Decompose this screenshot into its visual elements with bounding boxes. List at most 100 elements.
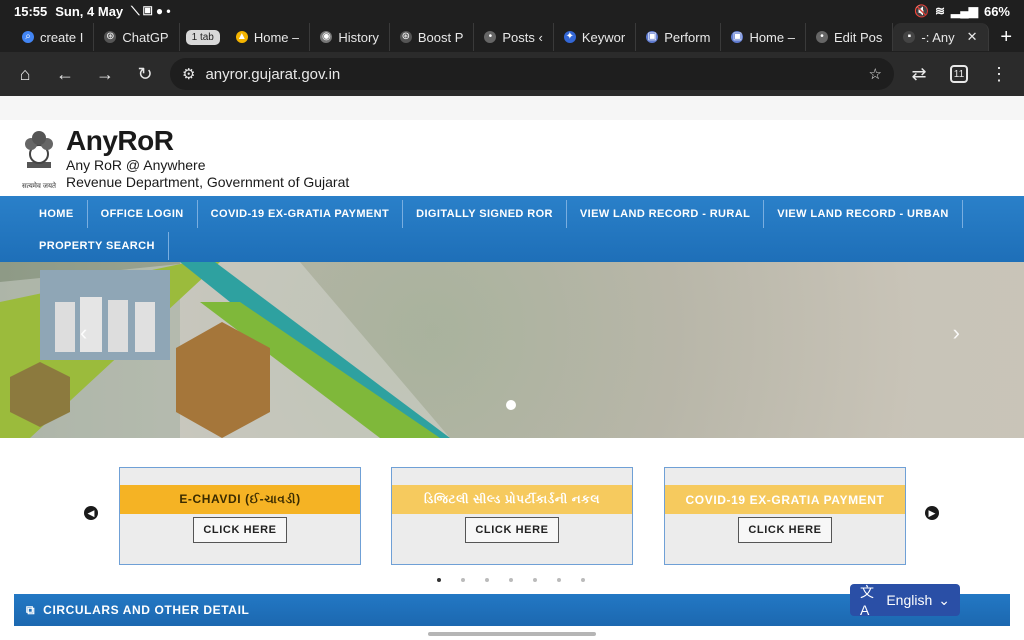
tab-label: History xyxy=(338,29,379,45)
tab-label: create I xyxy=(40,29,84,45)
tab-favicon-icon: ▪ xyxy=(903,31,916,43)
cards-pagination xyxy=(437,578,585,582)
tab-label: Posts ‹ xyxy=(502,29,543,45)
nav-item[interactable]: COVID-19 EX-GRATIA PAYMENT xyxy=(198,200,404,228)
browser-tab[interactable]: ▣ Home – xyxy=(721,23,806,51)
language-label: English xyxy=(886,592,933,608)
tab-favicon-icon: ⊛ xyxy=(399,31,412,43)
menu-icon[interactable]: ⋮ xyxy=(984,59,1014,89)
tab-favicon-icon: ✦ xyxy=(563,31,576,43)
site-title[interactable]: AnyRoR xyxy=(66,125,349,157)
tab-favicon-icon: • xyxy=(484,31,497,43)
tab-favicon-icon: ⌕ xyxy=(22,31,34,43)
property-card-click-button[interactable]: CLICK HERE xyxy=(465,517,559,543)
status-bar: 15:55 Sun, 4 May ⟍ ▣ ● • 🔇 ≋ ▂▄▆ 66% xyxy=(0,0,1024,22)
status-date: Sun, 4 May xyxy=(55,3,124,19)
banner-slider: ‹ › xyxy=(0,262,1024,438)
nav-item[interactable]: OFFICE LOGIN xyxy=(88,200,198,228)
battery-level: 66% xyxy=(983,3,1010,19)
card-echavdi: E-CHAVDI (ઈ-ચાવડી) CLICK HERE xyxy=(119,467,361,565)
tab-switcher-button[interactable]: 11 xyxy=(944,59,974,89)
tab-favicon-icon: ▣ xyxy=(731,31,744,43)
site-subtitle-1: Any RoR @ Anywhere xyxy=(66,157,206,173)
browser-tab[interactable]: ⊛ ChatGP xyxy=(94,23,180,51)
card-title: E-CHAVDI (ઈ-ચાવડી) xyxy=(120,485,360,514)
site-settings-icon[interactable]: ⚙ xyxy=(182,65,195,83)
top-strip xyxy=(0,96,1024,120)
new-tab-button[interactable]: + xyxy=(1000,26,1012,49)
emblem-caption: सत्यमेव जयते xyxy=(21,183,57,190)
pagination-dot[interactable] xyxy=(437,578,441,582)
pagination-dot[interactable] xyxy=(581,578,585,582)
covid-payment-click-button[interactable]: CLICK HERE xyxy=(738,517,832,543)
pagination-dot[interactable] xyxy=(485,578,489,582)
url-text[interactable]: anyror.gujarat.gov.in xyxy=(205,66,858,83)
browser-tab[interactable]: • Posts ‹ xyxy=(474,23,554,51)
back-icon[interactable]: ← xyxy=(50,59,80,89)
browser-tab-active[interactable]: ▪ -: Any ✕ xyxy=(893,23,989,51)
tab-label: Keywor xyxy=(581,29,626,45)
site-header: सत्यमेव जयते AnyRoR Any RoR @ Anywhere R… xyxy=(0,120,1024,196)
banner-indicator-dot[interactable] xyxy=(506,400,516,410)
tab-label: -: Any xyxy=(921,29,955,45)
language-selector[interactable]: 文A English ⌄ xyxy=(850,584,960,618)
tab-label: Boost P xyxy=(417,29,464,45)
reload-icon[interactable]: ↻ xyxy=(130,59,160,89)
close-tab-icon[interactable]: ✕ xyxy=(967,29,978,45)
main-nav: HOME OFFICE LOGIN COVID-19 EX-GRATIA PAYME… xyxy=(0,196,1024,262)
browser-tab[interactable]: ⌕ create I xyxy=(12,23,95,51)
forward-icon[interactable]: → xyxy=(90,59,120,89)
web-page: सत्यमेव जयते AnyRoR Any RoR @ Anywhere R… xyxy=(0,96,1024,640)
chevron-down-icon: ⌄ xyxy=(938,591,950,608)
notification-icons: ⟍ ▣ ● • xyxy=(131,3,171,18)
browser-tab[interactable]: ▲ Home – xyxy=(226,23,311,51)
pagination-dot[interactable] xyxy=(557,578,561,582)
mute-icon: 🔇 xyxy=(913,4,929,18)
tab-label: ChatGP xyxy=(122,29,169,45)
tab-label: Home – xyxy=(749,29,795,45)
cards-next-icon[interactable]: ▶ xyxy=(925,506,939,520)
signal-icon: ▂▄▆ xyxy=(951,4,978,18)
card-title: ડિજિટલી સીલ્ડ પ્રોપર્ટીકાર્ડની નકલ xyxy=(392,485,632,514)
nav-item[interactable]: DIGITALLY SIGNED ROR xyxy=(403,200,567,228)
home-icon[interactable]: ⌂ xyxy=(10,59,40,89)
echavdi-click-button[interactable]: CLICK HERE xyxy=(193,517,287,543)
pagination-dot[interactable] xyxy=(461,578,465,582)
emblem-logo: सत्यमेव जयते xyxy=(16,125,62,191)
tab-label: Home – xyxy=(253,29,300,45)
site-subtitle-2: Revenue Department, Government of Gujara… xyxy=(66,174,350,190)
nav-item[interactable]: VIEW LAND RECORD - RURAL xyxy=(567,200,765,228)
service-cards: ◀ E-CHAVDI (ઈ-ચાવડી) CLICK HERE ડિજિટલી … xyxy=(0,438,1024,588)
card-covid-payment: COVID-19 EX-GRATIA PAYMENT CLICK HERE xyxy=(664,467,906,565)
bookmark-star-icon[interactable]: ☆ xyxy=(869,65,882,83)
gesture-home-bar[interactable] xyxy=(428,632,596,636)
nav-item[interactable]: HOME xyxy=(18,200,88,228)
tab-strip: ⌕ create I ⊛ ChatGP 1 tab ▲ Home – ◉ History ⊛ Boo… xyxy=(0,22,1024,52)
emblem-icon xyxy=(25,131,53,168)
card-digital-property-card: ડિજિટલી સીલ્ડ પ્રોપર્ટીકાર્ડની નકલ CLICK… xyxy=(391,467,633,565)
tab-label: Perform xyxy=(664,29,711,45)
address-bar[interactable]: ⚙ anyror.gujarat.gov.in ☆ xyxy=(170,58,894,90)
browser-tab[interactable]: ⊛ Boost P xyxy=(390,23,475,51)
banner-next-icon[interactable]: › xyxy=(953,320,960,346)
nav-item[interactable]: VIEW LAND RECORD - URBAN xyxy=(764,200,963,228)
browser-tab[interactable]: ✦ Keywor xyxy=(554,23,637,51)
pagination-dot[interactable] xyxy=(509,578,513,582)
pagination-dot[interactable] xyxy=(533,578,537,582)
translate-language-icon: 文A xyxy=(860,584,874,618)
tab-group-count[interactable]: 1 tab xyxy=(185,29,220,45)
nav-item[interactable]: PROPERTY SEARCH xyxy=(18,232,169,260)
cards-prev-icon[interactable]: ◀ xyxy=(84,506,98,520)
tab-favicon-icon: ⊛ xyxy=(104,31,117,43)
status-time: 15:55 xyxy=(14,3,48,19)
browser-tab[interactable]: ◉ History xyxy=(310,23,390,51)
browser-tab[interactable]: • Edit Pos xyxy=(806,23,894,51)
browser-tab[interactable]: ▣ Perform xyxy=(636,23,722,51)
brand: AnyRoR Any RoR @ Anywhere Revenue Depart… xyxy=(66,125,349,191)
document-icon: ⧉ xyxy=(26,602,36,617)
translate-icon[interactable]: ⇄ xyxy=(904,59,934,89)
browser-toolbar: ⌂ ← → ↻ ⚙ anyror.gujarat.gov.in ☆ ⇄ 11 ⋮ xyxy=(0,52,1024,96)
banner-prev-icon[interactable]: ‹ xyxy=(80,320,87,346)
card-title: COVID-19 EX-GRATIA PAYMENT xyxy=(665,485,905,514)
tab-favicon-icon: • xyxy=(815,31,828,43)
